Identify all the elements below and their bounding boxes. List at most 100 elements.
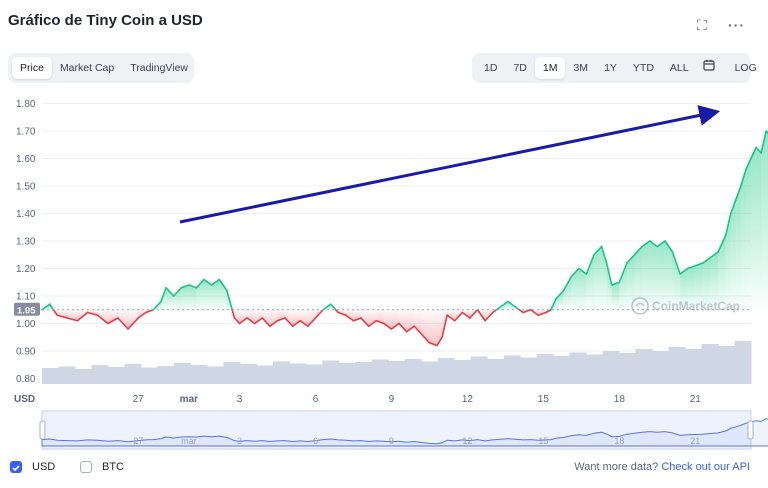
price-area-segment: [735, 186, 741, 310]
volume-bar: [256, 365, 274, 384]
x-tick-label: 27: [133, 394, 145, 405]
x-tick-label: 18: [614, 394, 626, 405]
x-tick-label: mar: [180, 394, 198, 405]
navigator[interactable]: 27 mar 3 6 9 12 15 18 21: [39, 410, 768, 450]
volume-bar: [404, 359, 422, 384]
volume-bar: [124, 364, 142, 384]
volume-bar: [74, 369, 92, 384]
volume-bar: [239, 364, 257, 384]
more-options-icon[interactable]: ···: [728, 18, 745, 32]
volume-bar: [91, 365, 109, 384]
navigator-tick-label: 27: [133, 436, 143, 446]
volume-bar: [173, 363, 191, 384]
volume-bar: [685, 349, 703, 384]
volume-bar: [668, 347, 686, 384]
volume-bar: [734, 341, 752, 384]
volume-bar: [487, 359, 505, 384]
y-gridlines: [42, 103, 751, 379]
btc-checkbox[interactable]: [80, 461, 92, 473]
tab-tradingview[interactable]: TradingView: [122, 57, 196, 79]
price-area-segment: [761, 131, 767, 310]
y-tick-label: 0.80: [16, 374, 36, 385]
y-axis-labels: 1.80 1.70 1.60 1.50 1.40 1.30 1.20 1.10 1.00 0.90…: [16, 99, 36, 385]
range-1y[interactable]: 1Y: [596, 57, 625, 79]
x-tick-label: 21: [690, 394, 702, 405]
volume-bar: [157, 366, 175, 384]
volume-bar: [140, 367, 158, 384]
navigator-tick-label: mar: [181, 436, 197, 446]
price-area-segment: [188, 285, 197, 310]
volume-bar: [503, 355, 521, 384]
range-selector: 1D 7D 1M 3M 1Y YTD ALL LOG: [472, 53, 757, 83]
range-ytd[interactable]: YTD: [625, 57, 662, 79]
price-area-segment: [563, 276, 572, 310]
btc-label: BTC: [102, 461, 124, 473]
price-area-segment: [730, 199, 736, 310]
volume-bar: [42, 368, 59, 384]
navigator-left-handle[interactable]: [39, 420, 46, 440]
x-tick-label: 9: [389, 394, 395, 405]
api-link[interactable]: Check out our API: [661, 461, 750, 473]
tab-price[interactable]: Price: [12, 57, 52, 79]
usd-checkbox[interactable]: [10, 461, 22, 473]
y-axis-unit: USD: [14, 394, 35, 405]
tab-market-cap[interactable]: Market Cap: [52, 57, 122, 79]
volume-bar: [553, 356, 571, 384]
volume-bar: [190, 365, 208, 384]
volume-bar: [701, 344, 719, 384]
volume-bar: [569, 352, 587, 384]
x-axis-labels: 27 mar 3 6 9 12 15 18 21: [133, 394, 702, 405]
price-area-segment: [740, 169, 746, 310]
y-tick-label: 1.20: [16, 264, 36, 275]
volume-bar: [652, 351, 670, 384]
volume-bar: [536, 354, 554, 384]
volume-bar: [470, 356, 488, 384]
price-area-segment: [619, 263, 627, 310]
range-1m[interactable]: 1M: [534, 57, 566, 79]
navigator-right-handle[interactable]: [747, 420, 754, 440]
current-price-label: 1.05: [17, 305, 36, 316]
y-tick-label: 1.40: [16, 209, 36, 220]
volume-bar: [289, 363, 307, 384]
volume-bar: [58, 366, 76, 384]
fullscreen-icon[interactable]: ⛶: [697, 18, 707, 32]
range-all[interactable]: ALL: [662, 57, 697, 79]
navigator-tick-label: 3: [237, 436, 242, 446]
y-tick-label: 0.90: [16, 347, 36, 358]
price-area-segment: [611, 282, 620, 310]
volume-bar: [107, 367, 125, 384]
log-scale-toggle[interactable]: LOG: [727, 57, 765, 79]
y-tick-label: 1.50: [16, 182, 36, 193]
y-tick-label: 1.00: [16, 319, 36, 330]
price-area-segment: [756, 147, 762, 310]
volume-bar: [338, 363, 356, 384]
volume-bar: [322, 360, 340, 384]
volume-bar: [421, 361, 439, 384]
price-area-segment: [578, 268, 587, 310]
price-area-segment: [634, 246, 643, 310]
volume-bar: [437, 358, 455, 384]
navigator-tick-label: 15: [538, 436, 548, 446]
svg-text:CoinMarketCap: CoinMarketCap: [652, 299, 740, 313]
price-area-segment: [745, 158, 751, 310]
usd-label: USD: [32, 461, 56, 473]
navigator-tick-label: 21: [690, 436, 700, 446]
trend-arrow: [179, 105, 721, 224]
price-area-segment: [594, 246, 602, 310]
volume-bar: [635, 349, 653, 384]
range-3m[interactable]: 3M: [565, 57, 596, 79]
volume-bar: [454, 360, 472, 384]
calendar-icon[interactable]: [697, 57, 721, 79]
volume-bar: [388, 361, 406, 384]
price-area-segment: [556, 290, 564, 310]
volume-bar: [586, 354, 604, 384]
range-1d[interactable]: 1D: [476, 57, 505, 79]
price-area-segment: [751, 147, 757, 310]
x-tick-label: 15: [538, 394, 550, 405]
y-tick-label: 1.60: [16, 154, 36, 165]
y-tick-label: 1.10: [16, 292, 36, 303]
price-chart: 1.80 1.70 1.60 1.50 1.40 1.30 1.20 1.10 1.00 0.90…: [14, 99, 768, 450]
volume-bar: [619, 353, 637, 384]
x-tick-label: 3: [237, 394, 243, 405]
range-7d[interactable]: 7D: [505, 57, 534, 79]
